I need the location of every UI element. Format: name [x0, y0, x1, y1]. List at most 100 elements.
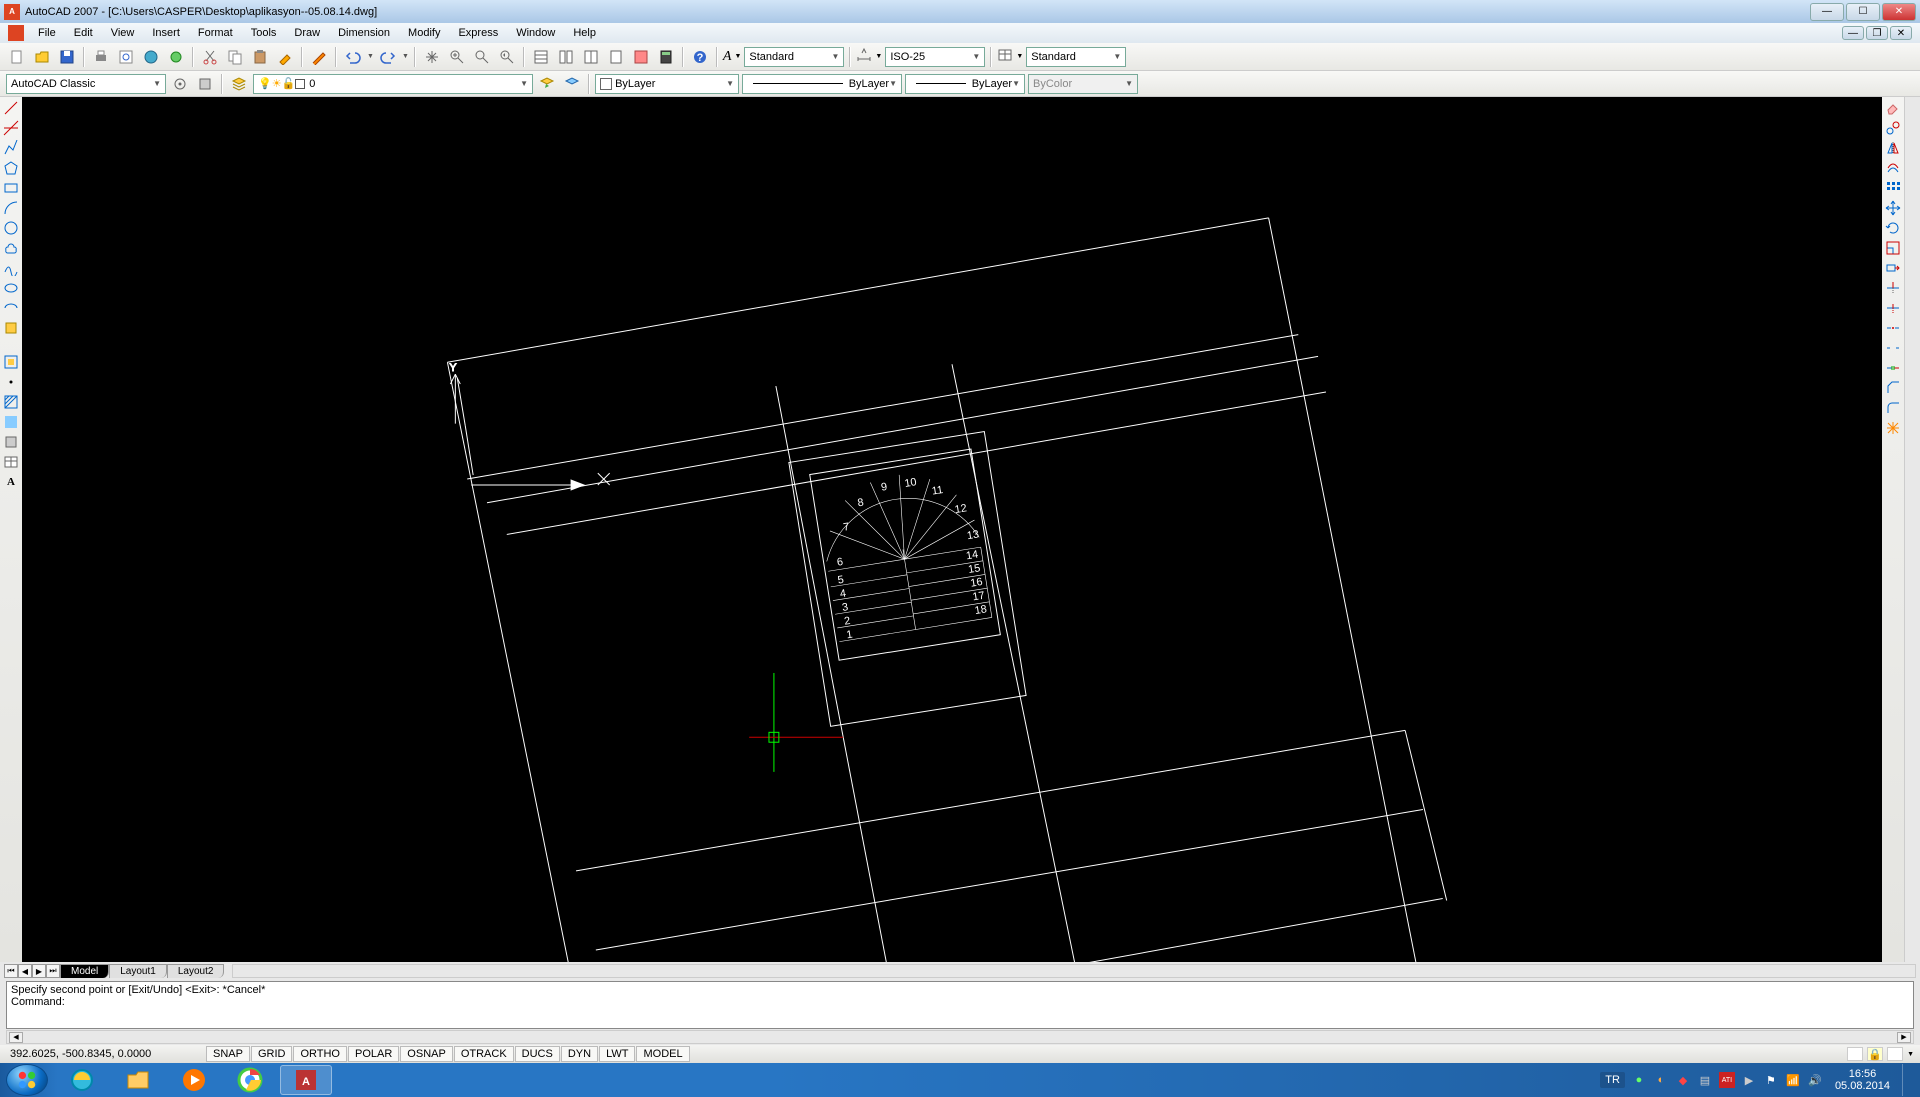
- design-center-button[interactable]: [555, 46, 577, 68]
- markup-set-button[interactable]: [630, 46, 652, 68]
- print-button[interactable]: [90, 46, 112, 68]
- text-style-dropdown[interactable]: Standard▼: [744, 47, 844, 67]
- ortho-toggle[interactable]: ORTHO: [293, 1046, 347, 1062]
- osnap-toggle[interactable]: OSNAP: [400, 1046, 453, 1062]
- tray-icon-2[interactable]: ◐: [1653, 1072, 1669, 1088]
- hatch-tool[interactable]: [2, 393, 20, 411]
- lwt-toggle[interactable]: LWT: [599, 1046, 635, 1062]
- quickcalc-button[interactable]: [655, 46, 677, 68]
- redo-dropdown-arrow[interactable]: ▼: [402, 53, 409, 60]
- revision-cloud-tool[interactable]: [2, 239, 20, 257]
- mdi-restore-button[interactable]: ❐: [1866, 26, 1888, 40]
- scale-tool[interactable]: [1884, 239, 1902, 257]
- layer-properties-button[interactable]: [228, 73, 250, 95]
- system-clock[interactable]: 16:56 05.08.2014: [1829, 1068, 1896, 1092]
- tool-palettes-button[interactable]: [580, 46, 602, 68]
- my-workspace-button[interactable]: [194, 73, 216, 95]
- snap-toggle[interactable]: SNAP: [206, 1046, 250, 1062]
- menu-edit[interactable]: Edit: [66, 25, 101, 41]
- command-scrollbar[interactable]: ◀ ▶: [6, 1030, 1914, 1044]
- offset-tool[interactable]: [1884, 159, 1902, 177]
- drawing-canvas[interactable]: Y: [22, 97, 1882, 962]
- lineweight-dropdown[interactable]: ByLayer▼: [905, 74, 1025, 94]
- undo-button[interactable]: [342, 46, 364, 68]
- coordinates-display[interactable]: 392.6025, -500.8345, 0.0000: [6, 1047, 176, 1061]
- redo-button[interactable]: [377, 46, 399, 68]
- dyn-toggle[interactable]: DYN: [561, 1046, 598, 1062]
- tray-icon-4[interactable]: ▤: [1697, 1072, 1713, 1088]
- dim-style-dropdown[interactable]: ISO-25▼: [885, 47, 985, 67]
- polygon-tool[interactable]: [2, 159, 20, 177]
- taskbar-explorer[interactable]: [112, 1065, 164, 1095]
- vertical-scrollbar[interactable]: [1904, 97, 1920, 962]
- rotate-tool[interactable]: [1884, 219, 1902, 237]
- join-tool[interactable]: [1884, 359, 1902, 377]
- layout2-tab[interactable]: Layout2: [167, 964, 225, 978]
- help-button[interactable]: ?: [689, 46, 711, 68]
- statusbar-menu-arrow[interactable]: ▼: [1907, 1051, 1914, 1058]
- new-button[interactable]: [6, 46, 28, 68]
- zoom-realtime-button[interactable]: [446, 46, 468, 68]
- circle-tool[interactable]: [2, 219, 20, 237]
- trim-tool[interactable]: [1884, 279, 1902, 297]
- copy-tool[interactable]: [1884, 119, 1902, 137]
- table-style-dropdown[interactable]: Standard▼: [1026, 47, 1126, 67]
- cut-button[interactable]: [199, 46, 221, 68]
- properties-button[interactable]: [530, 46, 552, 68]
- undo-dropdown-arrow[interactable]: ▼: [367, 53, 374, 60]
- zoom-previous-button[interactable]: [496, 46, 518, 68]
- mdi-close-button[interactable]: ✕: [1890, 26, 1912, 40]
- workspace-settings-button[interactable]: [169, 73, 191, 95]
- menu-file[interactable]: File: [30, 25, 64, 41]
- ellipse-arc-tool[interactable]: [2, 299, 20, 317]
- close-button[interactable]: ✕: [1882, 3, 1916, 21]
- show-desktop-button[interactable]: [1902, 1064, 1912, 1096]
- move-tool[interactable]: [1884, 199, 1902, 217]
- menu-draw[interactable]: Draw: [286, 25, 328, 41]
- break-at-point-tool[interactable]: [1884, 319, 1902, 337]
- ducs-toggle[interactable]: DUCS: [515, 1046, 560, 1062]
- menu-tools[interactable]: Tools: [243, 25, 285, 41]
- tray-volume-icon[interactable]: 🔊: [1807, 1072, 1823, 1088]
- taskbar-autocad[interactable]: A: [280, 1065, 332, 1095]
- model-tab[interactable]: Model: [60, 964, 109, 978]
- publish-button[interactable]: [140, 46, 162, 68]
- polar-toggle[interactable]: POLAR: [348, 1046, 399, 1062]
- tab-last-button[interactable]: ⏭: [46, 964, 60, 978]
- explode-tool[interactable]: [1884, 419, 1902, 437]
- tray-icon-3[interactable]: ◆: [1675, 1072, 1691, 1088]
- cmd-scroll-right[interactable]: ▶: [1897, 1032, 1911, 1043]
- plotstyle-dropdown[interactable]: ByColor▼: [1028, 74, 1138, 94]
- match-properties-button[interactable]: [274, 46, 296, 68]
- tab-prev-button[interactable]: ◀: [18, 964, 32, 978]
- extend-tool[interactable]: [1884, 299, 1902, 317]
- fillet-tool[interactable]: [1884, 399, 1902, 417]
- menu-view[interactable]: View: [103, 25, 143, 41]
- block-editor-button[interactable]: [308, 46, 330, 68]
- model-toggle[interactable]: MODEL: [636, 1046, 689, 1062]
- workspace-dropdown[interactable]: AutoCAD Classic▼: [6, 74, 166, 94]
- menu-window[interactable]: Window: [508, 25, 563, 41]
- menu-help[interactable]: Help: [565, 25, 604, 41]
- line-tool[interactable]: [2, 99, 20, 117]
- maximize-button[interactable]: ☐: [1846, 3, 1880, 21]
- tray-network-icon[interactable]: 📶: [1785, 1072, 1801, 1088]
- region-tool[interactable]: [2, 433, 20, 451]
- tab-next-button[interactable]: ▶: [32, 964, 46, 978]
- arc-tool[interactable]: [2, 199, 20, 217]
- make-block-tool[interactable]: [2, 353, 20, 371]
- mtext-tool[interactable]: A: [2, 473, 20, 491]
- command-window[interactable]: Specify second point or [Exit/Undo] <Exi…: [6, 981, 1914, 1029]
- communication-center-icon[interactable]: [1847, 1047, 1863, 1061]
- tray-icon-ati[interactable]: ATI: [1719, 1072, 1735, 1088]
- break-tool[interactable]: [1884, 339, 1902, 357]
- table-tool[interactable]: [2, 453, 20, 471]
- taskbar-mediaplayer[interactable]: [168, 1065, 220, 1095]
- tray-icon-6[interactable]: ▶: [1741, 1072, 1757, 1088]
- taskbar-chrome[interactable]: [224, 1065, 276, 1095]
- copy-button[interactable]: [224, 46, 246, 68]
- language-indicator[interactable]: TR: [1600, 1072, 1625, 1088]
- mdi-minimize-button[interactable]: —: [1842, 26, 1864, 40]
- linetype-dropdown[interactable]: ByLayer▼: [742, 74, 902, 94]
- command-prompt-line[interactable]: Command:: [11, 996, 1909, 1008]
